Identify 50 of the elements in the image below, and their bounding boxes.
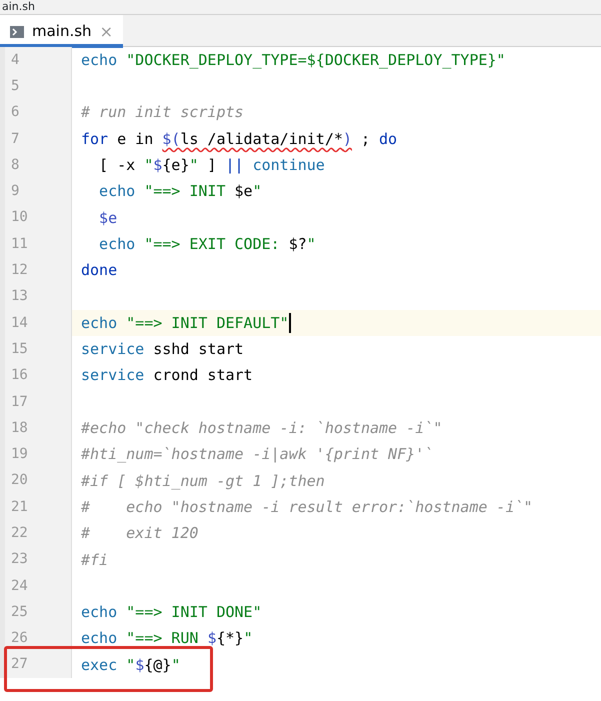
line-number: 10 bbox=[11, 208, 28, 228]
code-line: echo "==> RUN ${*}" bbox=[81, 628, 253, 650]
code-line: done bbox=[81, 260, 118, 282]
spelling-underline: $(ls /alidata/init/*) bbox=[162, 130, 352, 148]
line-number: 19 bbox=[11, 445, 28, 464]
line-number: 8 bbox=[11, 156, 20, 175]
line-number: 6 bbox=[11, 103, 20, 122]
code-line: echo "==> EXIT CODE: $?" bbox=[98, 234, 316, 255]
code-line: service crond start bbox=[81, 365, 253, 386]
code-line: echo "==> INIT DONE" bbox=[81, 602, 262, 624]
line-number: 24 bbox=[11, 576, 28, 596]
text-cursor bbox=[288, 313, 291, 334]
line-number: 4 bbox=[11, 50, 20, 70]
code-line: # exit 120 bbox=[81, 523, 198, 544]
line-number: 11 bbox=[11, 234, 28, 254]
file-tab[interactable]: main.sh × bbox=[0, 15, 123, 48]
code-line: $e bbox=[98, 208, 118, 229]
line-number: 18 bbox=[11, 418, 28, 438]
code-line: # echo "hostname -i result error:`hostname -i`" bbox=[81, 496, 533, 518]
line-number: 5 bbox=[11, 76, 20, 96]
line-number: 12 bbox=[11, 261, 28, 280]
code-line: echo "==> INIT DEFAULT" bbox=[81, 312, 289, 334]
line-number: 7 bbox=[11, 130, 20, 149]
code-line: # run init scripts bbox=[81, 102, 244, 124]
window-title: ain.sh bbox=[2, 0, 35, 13]
line-number: 13 bbox=[11, 287, 28, 306]
line-number: 17 bbox=[11, 392, 28, 412]
code-line: for e in $(ls /alidata/init/*) ; do bbox=[81, 128, 398, 150]
code-line: #echo "check hostname -i: `hostname -i`" bbox=[81, 418, 442, 440]
line-number: 25 bbox=[11, 602, 28, 622]
line-number: 14 bbox=[11, 314, 28, 333]
line-number: 15 bbox=[11, 340, 28, 359]
code-line: echo "DOCKER_DEPLOY_TYPE=${DOCKER_DEPLOY_TYPE}" bbox=[81, 50, 506, 71]
line-number: 21 bbox=[11, 498, 28, 517]
line-number: 16 bbox=[11, 366, 28, 386]
line-number: 9 bbox=[11, 182, 20, 202]
tab-label: main.sh bbox=[32, 21, 92, 42]
code-line: #hti_num=`hostname -i|awk '{print NF}'` bbox=[81, 444, 434, 466]
code-line: #if [ $hti_num -gt 1 ];then bbox=[81, 470, 325, 492]
line-number: 23 bbox=[11, 550, 28, 570]
code-line: echo "==> INIT $e" bbox=[98, 181, 262, 202]
code-line: exec "${@}" bbox=[81, 654, 180, 676]
code-line: #fi bbox=[81, 550, 108, 571]
line-number: 20 bbox=[11, 471, 28, 490]
terminal-icon bbox=[10, 26, 24, 38]
code-line: service sshd start bbox=[81, 339, 244, 360]
line-number: 22 bbox=[11, 524, 28, 543]
line-number: 27 bbox=[11, 655, 28, 674]
line-number: 26 bbox=[11, 629, 28, 648]
code-line: [ -x "${e}" ] || continue bbox=[98, 155, 325, 176]
